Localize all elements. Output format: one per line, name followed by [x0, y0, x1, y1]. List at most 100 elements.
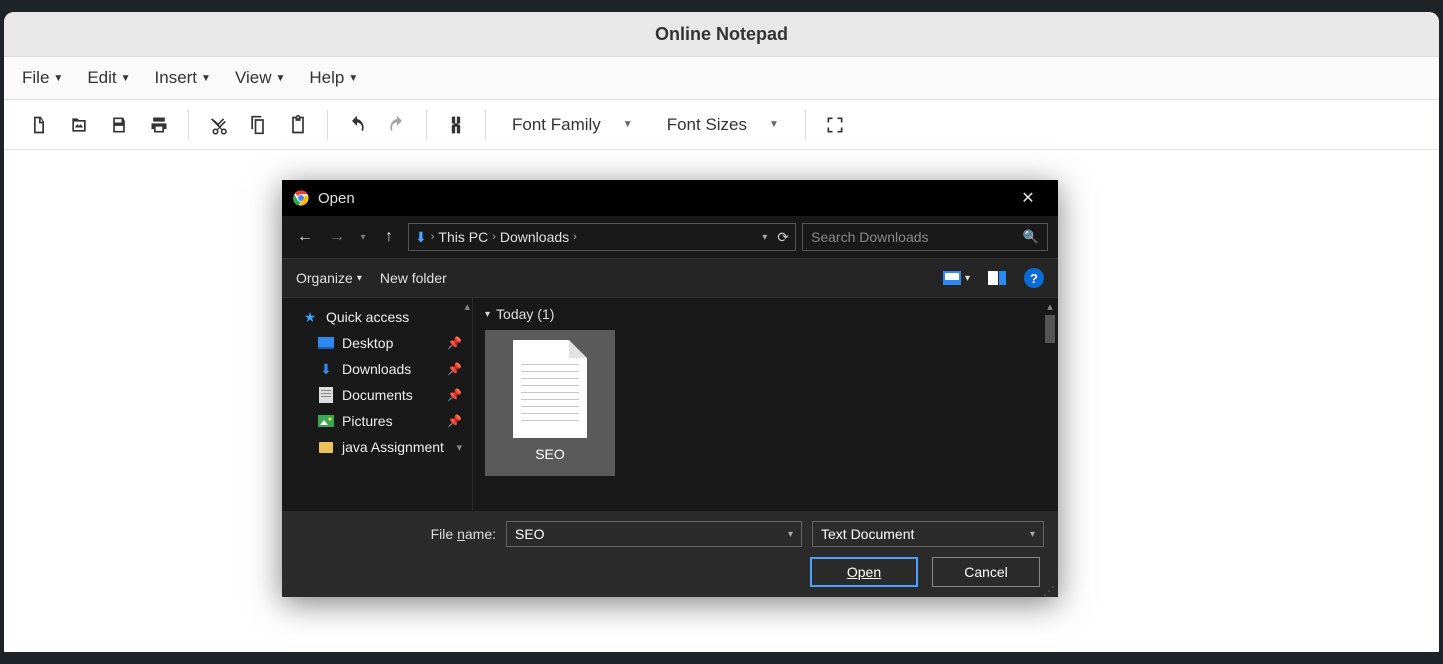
search-input[interactable] [811, 229, 1023, 245]
downloads-icon: ⬇ [415, 229, 427, 246]
caret-down-icon: ▼ [623, 119, 633, 130]
desktop-icon [318, 335, 334, 351]
cancel-button[interactable]: Cancel [932, 557, 1040, 587]
sidebar-pictures[interactable]: Pictures 📌 [282, 408, 472, 434]
toolbar-separator [485, 110, 486, 140]
chevron-right-icon: › [431, 231, 435, 243]
toolbar-separator [426, 110, 427, 140]
chrome-icon [292, 189, 310, 207]
dialog-body: ▴ ★ Quick access Desktop 📌 ⬇ [282, 298, 1058, 511]
pictures-icon [318, 413, 334, 429]
open-button[interactable]: Open [810, 557, 918, 587]
filetype-dropdown[interactable]: Text Document ▾ [812, 521, 1044, 547]
caret-down-icon: ▼ [769, 119, 779, 130]
thumbnails-icon [943, 271, 961, 285]
save-icon[interactable] [102, 108, 136, 142]
organize-menu[interactable]: Organize▾ [296, 270, 362, 286]
breadcrumb-folder[interactable]: Downloads [500, 229, 569, 245]
downloads-icon: ⬇ [318, 361, 334, 377]
pin-icon: 📌 [447, 362, 462, 376]
caret-down-icon: ▼ [348, 73, 358, 84]
font-family-dropdown[interactable]: Font Family▼ [498, 107, 647, 143]
menu-insert[interactable]: Insert▼ [155, 68, 211, 88]
document-icon [513, 340, 587, 438]
font-sizes-dropdown[interactable]: Font Sizes▼ [653, 107, 793, 143]
menu-view[interactable]: View▼ [235, 68, 285, 88]
file-pane: ▾ Today (1) SEO ▴ [472, 298, 1058, 511]
cut-icon[interactable] [201, 108, 235, 142]
dialog-tools: Organize▾ New folder ▾ ? [282, 258, 1058, 298]
copy-icon[interactable] [241, 108, 275, 142]
dialog-footer: File name: ▾ Text Document ▾ Open Cancel [282, 511, 1058, 597]
caret-down-icon: ▼ [276, 73, 286, 84]
menu-help[interactable]: Help▼ [309, 68, 358, 88]
chevron-down-icon: ▾ [456, 441, 462, 454]
help-icon[interactable]: ? [1024, 268, 1044, 288]
search-box[interactable]: 🔍 [802, 223, 1048, 251]
file-tile-seo[interactable]: SEO [485, 330, 615, 476]
breadcrumb-dropdown-icon[interactable]: ▾ [762, 232, 767, 243]
content-area: Open ✕ ← → ▾ ↑ ⬇ › This PC › Downloads ›… [4, 150, 1439, 652]
search-icon[interactable]: 🔍 [1023, 229, 1039, 245]
documents-icon [318, 387, 334, 403]
chevron-right-icon: › [492, 231, 496, 243]
chevron-right-icon: › [573, 231, 577, 243]
fullscreen-icon[interactable] [818, 108, 852, 142]
nav-up-icon[interactable]: ↑ [376, 228, 402, 246]
breadcrumb-root[interactable]: This PC [438, 229, 488, 245]
undo-icon[interactable] [340, 108, 374, 142]
print-icon[interactable] [142, 108, 176, 142]
find-icon[interactable] [439, 108, 473, 142]
redo-icon[interactable] [380, 108, 414, 142]
new-file-icon[interactable] [22, 108, 56, 142]
scroll-up-icon[interactable]: ▴ [1044, 300, 1056, 313]
menu-file[interactable]: File▼ [22, 68, 63, 88]
sidebar-documents[interactable]: Documents 📌 [282, 382, 472, 408]
menu-edit[interactable]: Edit▼ [87, 68, 130, 88]
caret-down-icon: ▾ [1030, 529, 1035, 540]
menu-bar: File▼ Edit▼ Insert▼ View▼ Help▼ [4, 57, 1439, 100]
title-bar: Online Notepad [4, 12, 1439, 57]
refresh-icon[interactable]: ⟳ [777, 229, 789, 246]
open-file-icon[interactable] [62, 108, 96, 142]
chevron-down-icon: ▾ [485, 309, 490, 320]
filename-input[interactable]: ▾ [506, 521, 802, 547]
star-icon: ★ [302, 309, 318, 325]
dialog-titlebar: Open ✕ [282, 180, 1058, 216]
scroll-up-icon[interactable]: ▴ [464, 300, 470, 313]
caret-down-icon[interactable]: ▾ [788, 529, 793, 540]
sidebar-downloads[interactable]: ⬇ Downloads 📌 [282, 356, 472, 382]
app-title: Online Notepad [655, 24, 788, 45]
preview-icon [988, 271, 1006, 285]
nav-recent-icon[interactable]: ▾ [356, 232, 370, 243]
pin-icon: 📌 [447, 414, 462, 428]
filename-label: File name: [296, 526, 496, 542]
nav-back-icon[interactable]: ← [292, 228, 318, 246]
toolbar-separator [805, 110, 806, 140]
breadcrumb[interactable]: ⬇ › This PC › Downloads › ▾ ⟳ [408, 223, 796, 251]
caret-down-icon: ▼ [201, 73, 211, 84]
nav-forward-icon[interactable]: → [324, 228, 350, 246]
view-mode-button[interactable]: ▾ [943, 271, 970, 285]
close-icon[interactable]: ✕ [1008, 188, 1048, 208]
caret-down-icon: ▾ [357, 273, 362, 284]
filename-field[interactable] [515, 526, 788, 542]
scroll-thumb[interactable] [1045, 315, 1055, 343]
sidebar-java-assignment[interactable]: java Assignment ▾ [282, 434, 472, 460]
file-open-dialog: Open ✕ ← → ▾ ↑ ⬇ › This PC › Downloads ›… [282, 180, 1058, 597]
sidebar-quick-access[interactable]: ★ Quick access [282, 304, 472, 330]
scrollbar[interactable]: ▴ [1044, 300, 1056, 509]
caret-down-icon: ▼ [121, 73, 131, 84]
preview-pane-button[interactable] [988, 271, 1006, 285]
sidebar-desktop[interactable]: Desktop 📌 [282, 330, 472, 356]
new-folder-button[interactable]: New folder [380, 270, 447, 286]
pin-icon: 📌 [447, 388, 462, 402]
dialog-title: Open [318, 190, 355, 207]
pin-icon: 📌 [447, 336, 462, 350]
paste-icon[interactable] [281, 108, 315, 142]
group-today[interactable]: ▾ Today (1) [485, 306, 1046, 322]
resize-grip-icon[interactable]: ⋰ [1043, 588, 1055, 594]
toolbar-separator [188, 110, 189, 140]
toolbar-separator [327, 110, 328, 140]
app-window: Online Notepad File▼ Edit▼ Insert▼ View▼… [4, 12, 1439, 652]
